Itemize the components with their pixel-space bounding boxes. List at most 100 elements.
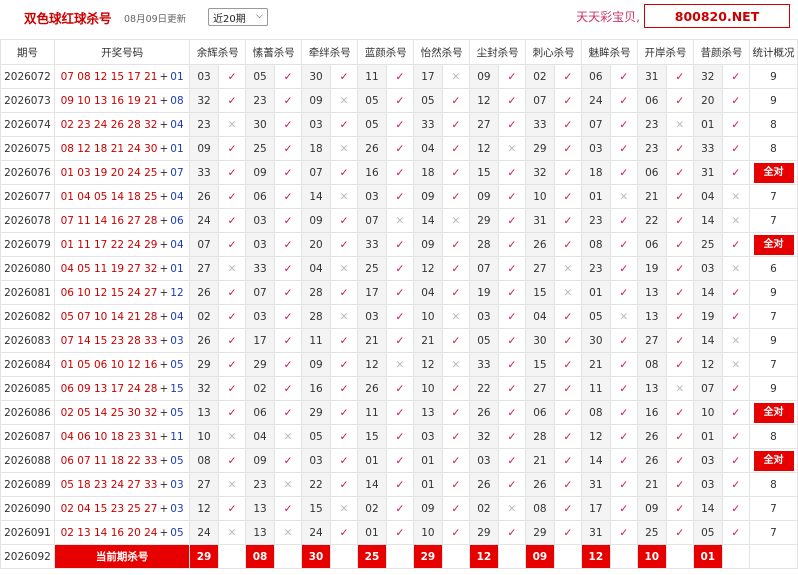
- cross-icon: ✕: [273, 424, 303, 449]
- check-icon: ✓: [609, 448, 639, 473]
- kill-number-cell: 11: [301, 328, 331, 353]
- check-icon: ✓: [665, 328, 695, 353]
- empty-cell: [497, 544, 527, 569]
- kill-number-cell: 06: [245, 184, 275, 209]
- kill-number-cell: 05: [357, 88, 387, 113]
- check-icon: ✓: [609, 232, 639, 257]
- draw-numbers-cell: 02 13 14 16 20 24 +05: [53, 520, 191, 545]
- kill-number-cell: 33: [469, 352, 499, 377]
- check-icon: ✓: [441, 184, 471, 209]
- kill-number-cell: 31: [693, 160, 723, 185]
- kill-number-cell: 02: [525, 64, 555, 89]
- page-title: 双色球红球杀号: [24, 11, 112, 26]
- blue-ball: 01: [170, 142, 184, 155]
- check-icon: ✓: [665, 304, 695, 329]
- kill-number-cell: 14: [693, 328, 723, 353]
- kill-number-cell: 07: [469, 256, 499, 281]
- kill-number-cell: 26: [357, 136, 387, 161]
- table-row: 2026090 02 04 15 23 25 27 +03 12 ✓ 13 ✓ 15 ✕ 02 ✓ 0…: [0, 496, 798, 521]
- kill-number-cell: 11: [357, 400, 387, 425]
- kill-number-cell: 17: [413, 64, 443, 89]
- cross-icon: ✕: [217, 256, 247, 281]
- kill-number-cell: 03: [693, 256, 723, 281]
- draw-numbers-cell: 05 18 23 24 27 33 +03: [53, 472, 191, 497]
- plus-sign: +: [159, 142, 169, 155]
- cross-icon: ✕: [329, 88, 359, 113]
- red-balls: 08 12 18 21 24 30: [60, 142, 158, 155]
- chevron-down-icon: ⌵: [256, 11, 263, 21]
- site-link[interactable]: 800820.NET: [644, 4, 790, 28]
- draw-numbers-cell: 07 14 15 23 28 33 +03: [53, 328, 191, 353]
- period-select[interactable]: 近20期 ⌵: [208, 8, 268, 26]
- check-icon: ✓: [329, 448, 359, 473]
- check-icon: ✓: [609, 328, 639, 353]
- kill-number-cell: 26: [189, 184, 219, 209]
- check-icon: ✓: [385, 232, 415, 257]
- period-cell: 2026072: [0, 64, 55, 89]
- check-icon: ✓: [497, 400, 527, 425]
- kill-number-cell: 01: [357, 448, 387, 473]
- red-balls: 01 04 05 14 18 25: [60, 190, 158, 203]
- correct-count-cell: 7: [749, 304, 798, 329]
- cross-icon: ✕: [441, 64, 471, 89]
- table-row: 2026072 07 08 12 15 17 21 +01 03 ✓ 05 ✓ 30 ✓ 11 ✓ 1…: [0, 64, 798, 89]
- kill-number-cell: 32: [693, 64, 723, 89]
- check-icon: ✓: [721, 496, 751, 521]
- kill-number-cell: 15: [525, 280, 555, 305]
- check-icon: ✓: [217, 328, 247, 353]
- cross-icon: ✕: [329, 136, 359, 161]
- plus-sign: +: [159, 406, 169, 419]
- kill-number-cell: 05: [357, 112, 387, 137]
- check-icon: ✓: [329, 112, 359, 137]
- period-cell: 2026083: [0, 328, 55, 353]
- kill-number-cell: 09: [245, 160, 275, 185]
- check-icon: ✓: [441, 280, 471, 305]
- check-icon: ✓: [385, 88, 415, 113]
- table-row: 2026082 05 07 10 14 21 28 +04 02 ✓ 03 ✓ 28 ✕ 03 ✓ 1…: [0, 304, 798, 329]
- check-icon: ✓: [385, 448, 415, 473]
- site-slogan[interactable]: 天天彩宝贝,: [576, 8, 640, 25]
- table-row: 2026074 02 23 24 26 28 32 +04 23 ✕ 30 ✓ 03 ✓ 05 ✓ 3…: [0, 112, 798, 137]
- kill-number-cell: 05: [469, 328, 499, 353]
- all-right-badge: 全对: [753, 402, 794, 423]
- period-select-value: 近20期: [213, 13, 246, 25]
- all-right-badge-cell: 全对: [749, 448, 798, 473]
- kill-number-cell: 11: [357, 64, 387, 89]
- check-icon: ✓: [441, 376, 471, 401]
- kill-number-cell: 10: [413, 304, 443, 329]
- check-icon: ✓: [273, 64, 303, 89]
- kill-number-cell: 25: [245, 136, 275, 161]
- check-icon: ✓: [497, 280, 527, 305]
- kill-number-cell: 27: [469, 112, 499, 137]
- kill-number-cell: 06: [637, 160, 667, 185]
- check-icon: ✓: [721, 64, 751, 89]
- check-icon: ✓: [721, 232, 751, 257]
- check-icon: ✓: [385, 304, 415, 329]
- correct-count-cell: 8: [749, 112, 798, 137]
- kill-number-cell: 09: [245, 448, 275, 473]
- cross-icon: ✕: [385, 352, 415, 377]
- kill-number-cell: 04: [693, 184, 723, 209]
- table-row: 2026078 07 11 14 16 27 28 +06 24 ✓ 03 ✓ 09 ✓ 07 ✕ 1…: [0, 208, 798, 233]
- kill-number-cell: 22: [637, 208, 667, 233]
- kill-number-cell: 03: [693, 448, 723, 473]
- kill-number-cell: 18: [581, 160, 611, 185]
- kill-number-cell: 02: [189, 304, 219, 329]
- blue-ball: 12: [170, 286, 184, 299]
- column-header: 尘封杀号: [469, 39, 527, 65]
- kill-number-cell: 03: [301, 448, 331, 473]
- kill-number-cell: 09: [413, 232, 443, 257]
- kill-number-cell: 21: [637, 472, 667, 497]
- column-header: 余辉杀号: [189, 39, 247, 65]
- current-kill-number: 30: [301, 544, 331, 569]
- blue-ball: 01: [170, 70, 184, 83]
- cross-icon: ✕: [665, 376, 695, 401]
- kill-number-cell: 12: [469, 88, 499, 113]
- kill-number-cell: 09: [469, 64, 499, 89]
- check-icon: ✓: [385, 400, 415, 425]
- period-cell: 2026075: [0, 136, 55, 161]
- plus-sign: +: [159, 70, 169, 83]
- kill-number-cell: 12: [693, 352, 723, 377]
- check-icon: ✓: [217, 208, 247, 233]
- cross-icon: ✕: [441, 352, 471, 377]
